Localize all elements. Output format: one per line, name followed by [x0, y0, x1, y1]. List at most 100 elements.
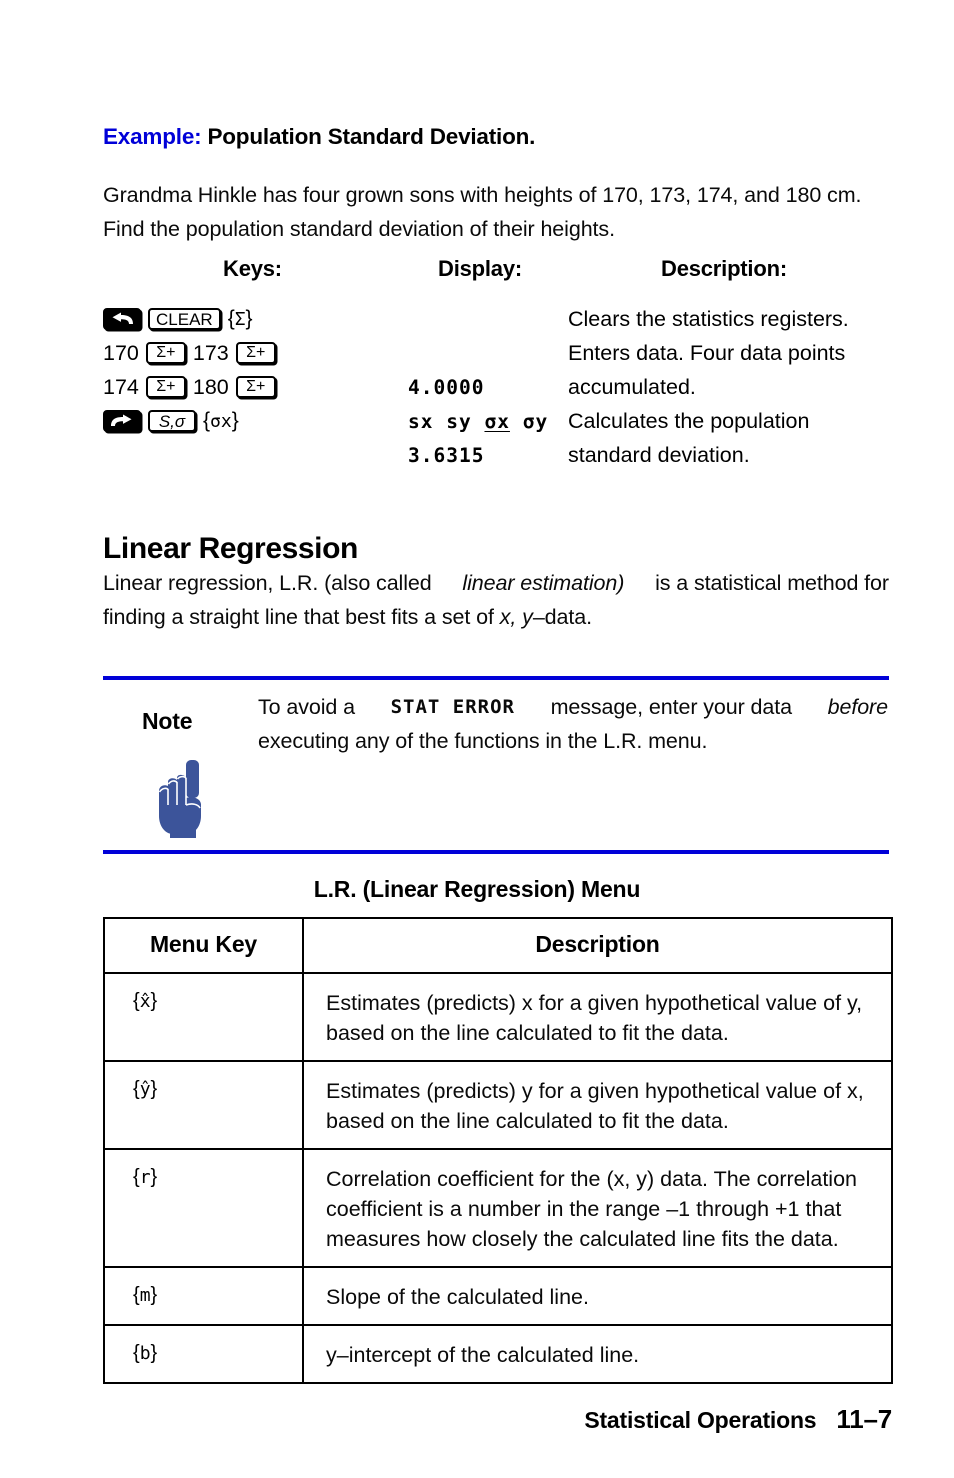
menu-key-m: {m} [133, 1284, 158, 1306]
menu-key-x-hat: {x̂} [133, 990, 158, 1012]
footer-chapter-title: Statistical Operations [584, 1407, 817, 1433]
menu-key-cell: {b} [103, 1324, 304, 1384]
lr-para-xy-term: x, y [499, 605, 533, 629]
description-cell: Slope of the calculated line. [302, 1266, 893, 1326]
description-cell: Estimates (predicts) y for a given hypot… [302, 1060, 893, 1150]
description-cell-row-4: Calculates the population [568, 408, 810, 433]
note-text-part-1: To avoid a [258, 695, 356, 719]
desc-line-1: Estimates (predicts) y for a given hypot… [326, 1079, 864, 1103]
sigma-plus-key: Σ+ [145, 376, 186, 398]
table-row: CLEAR {Σ} Clears the statistics register… [103, 302, 903, 336]
display-sx: sx [408, 409, 434, 433]
linear-regression-paragraph: Linear regression, L.R. (also called lin… [103, 566, 889, 634]
display-sigma-y: σy [522, 409, 549, 433]
lr-para-line-1: Linear regression, L.R. (also called lin… [103, 566, 889, 600]
display-sy: sy [446, 409, 472, 433]
column-header-menu-key: Menu Key [103, 917, 304, 974]
lr-para-line-1-b: is a statistical method for [655, 571, 889, 595]
section-heading-linear-regression: Linear Regression [103, 532, 358, 566]
table-row: {b} y–intercept of the calculated line. [103, 1324, 893, 1384]
display-column-header: Display: [438, 256, 522, 281]
note-text-part-2: message, enter your data [550, 695, 793, 719]
footer-page-number: 11–7 [836, 1404, 892, 1434]
display-sigma-x-selected: σx [484, 409, 510, 433]
desc-line-1: Correlation coefficient for the (x, y) d… [326, 1167, 857, 1191]
table-row: 174 Σ+ 180 Σ+ 4.0000 accumulated. [103, 370, 903, 404]
desc-line-3: measures how closely the calculated line… [326, 1227, 839, 1251]
keys-cell-row-4: S,σ {σx} [103, 404, 239, 438]
clear-key: CLEAR [148, 308, 221, 330]
table-row: 170 Σ+ 173 Σ+ Enters data. Four data poi… [103, 336, 903, 370]
note-rule-top [103, 676, 889, 680]
example-label: Example: [103, 124, 202, 149]
example-intro-line-2: Find the population standard deviation o… [103, 217, 615, 241]
lr-para-line-2-a: finding a straight line that best fits a… [103, 605, 494, 629]
desc-line-1: Estimates (predicts) x for a given hypot… [326, 991, 863, 1015]
lr-para-line-2: finding a straight line that best fits a… [103, 600, 889, 634]
description-cell: Estimates (predicts) x for a given hypot… [302, 972, 893, 1062]
table-row: S,σ {σx} sx sy σx σy Calculates the popu… [103, 404, 903, 438]
note-text-italic: before [827, 695, 888, 719]
sigma-plus-key: Σ+ [235, 342, 276, 364]
description-cell-row-2: Enters data. Four data points [568, 340, 846, 365]
note-rule-bottom [103, 850, 889, 854]
lr-para-line-2-b: –data. [532, 605, 592, 629]
note-label: Note [142, 708, 193, 734]
note-text-line-2: executing any of the functions in the L.… [258, 729, 708, 753]
description-column-header: Description: [661, 256, 787, 281]
data-value-180: 180 [192, 374, 229, 399]
document-page: Example: Population Standard Deviation. G… [0, 0, 954, 1478]
note-text: To avoid a STAT ERROR message, enter you… [258, 690, 888, 758]
sigma-menu-key: {Σ} [227, 307, 253, 330]
desc-line-1: Slope of the calculated line. [326, 1285, 589, 1309]
lr-para-line-1-a: Linear regression, L.R. (also called [103, 571, 432, 595]
desc-line-2: coefficient is a number in the range –1 … [326, 1197, 842, 1221]
pointing-hand-icon [153, 758, 215, 840]
table-row: {ŷ} Estimates (predicts) y for a given … [103, 1060, 893, 1150]
table-header-row: Menu Key Description [103, 917, 893, 974]
desc-line-2: based on the line calculated to fit the … [326, 1021, 729, 1045]
lr-menu-table: Menu Key Description {x̂} Estimates (pre… [103, 917, 893, 1384]
description-cell-row-3: accumulated. [568, 374, 696, 399]
note-block: Note To avoid a STAT ERROR message, ente… [103, 676, 889, 854]
lr-menu-table-caption: L.R. (Linear Regression) Menu [313, 876, 641, 902]
s-sigma-key: S,σ [148, 410, 196, 432]
data-value-173: 173 [192, 340, 229, 365]
display-cell-row-4: sx sy σx σy [408, 404, 548, 438]
desc-line-2: based on the line calculated to fit the … [326, 1109, 729, 1133]
example-intro-paragraph: Grandma Hinkle has four grown sons with … [103, 178, 903, 246]
table-row: {r} Correlation coefficient for the (x, … [103, 1148, 893, 1268]
menu-key-b: {b} [133, 1342, 158, 1364]
data-value-174: 174 [103, 374, 139, 399]
keys-cell-row-1: CLEAR {Σ} [103, 302, 253, 336]
display-cell-row-3: 4.0000 [408, 375, 485, 399]
column-header-description: Description [302, 917, 893, 974]
keys-table-header-row: Keys: Display: Description: [103, 256, 903, 288]
example-heading: Example: Population Standard Deviation. [103, 124, 535, 150]
example-intro-line-1: Grandma Hinkle has four grown sons with … [103, 183, 862, 207]
example-title: Population Standard Deviation. [207, 124, 536, 149]
menu-key-cell: {ŷ} [103, 1060, 304, 1150]
keys-cell-row-2: 170 Σ+ 173 Σ+ [103, 336, 276, 370]
menu-key-cell: {r} [103, 1148, 304, 1268]
menu-key-y-hat: {ŷ} [133, 1078, 158, 1100]
keys-table-body: CLEAR {Σ} Clears the statistics register… [103, 302, 903, 472]
keys-column-header: Keys: [223, 256, 282, 281]
description-cell: y–intercept of the calculated line. [302, 1324, 893, 1384]
desc-line-1: y–intercept of the calculated line. [326, 1343, 640, 1367]
stat-error-message: STAT ERROR [390, 696, 515, 718]
table-row: {m} Slope of the calculated line. [103, 1266, 893, 1326]
description-cell: Correlation coefficient for the (x, y) d… [302, 1148, 893, 1268]
display-cell-row-5: 3.6315 [408, 443, 485, 467]
sigma-x-menu-key: {σx} [203, 409, 239, 432]
right-shift-arrow-icon [103, 410, 141, 432]
menu-key-r: {r} [133, 1166, 158, 1188]
table-row: 3.6315 standard deviation. [103, 438, 903, 472]
menu-key-cell: {x̂} [103, 972, 304, 1062]
note-text-line-1: To avoid a STAT ERROR message, enter you… [258, 690, 888, 724]
sigma-plus-key: Σ+ [235, 376, 276, 398]
description-cell-row-1: Clears the statistics registers. [568, 306, 849, 331]
menu-key-cell: {m} [103, 1266, 304, 1326]
page-footer: Statistical Operations 11–7 [584, 1404, 892, 1435]
table-row: {x̂} Estimates (predicts) x for a given … [103, 972, 893, 1062]
